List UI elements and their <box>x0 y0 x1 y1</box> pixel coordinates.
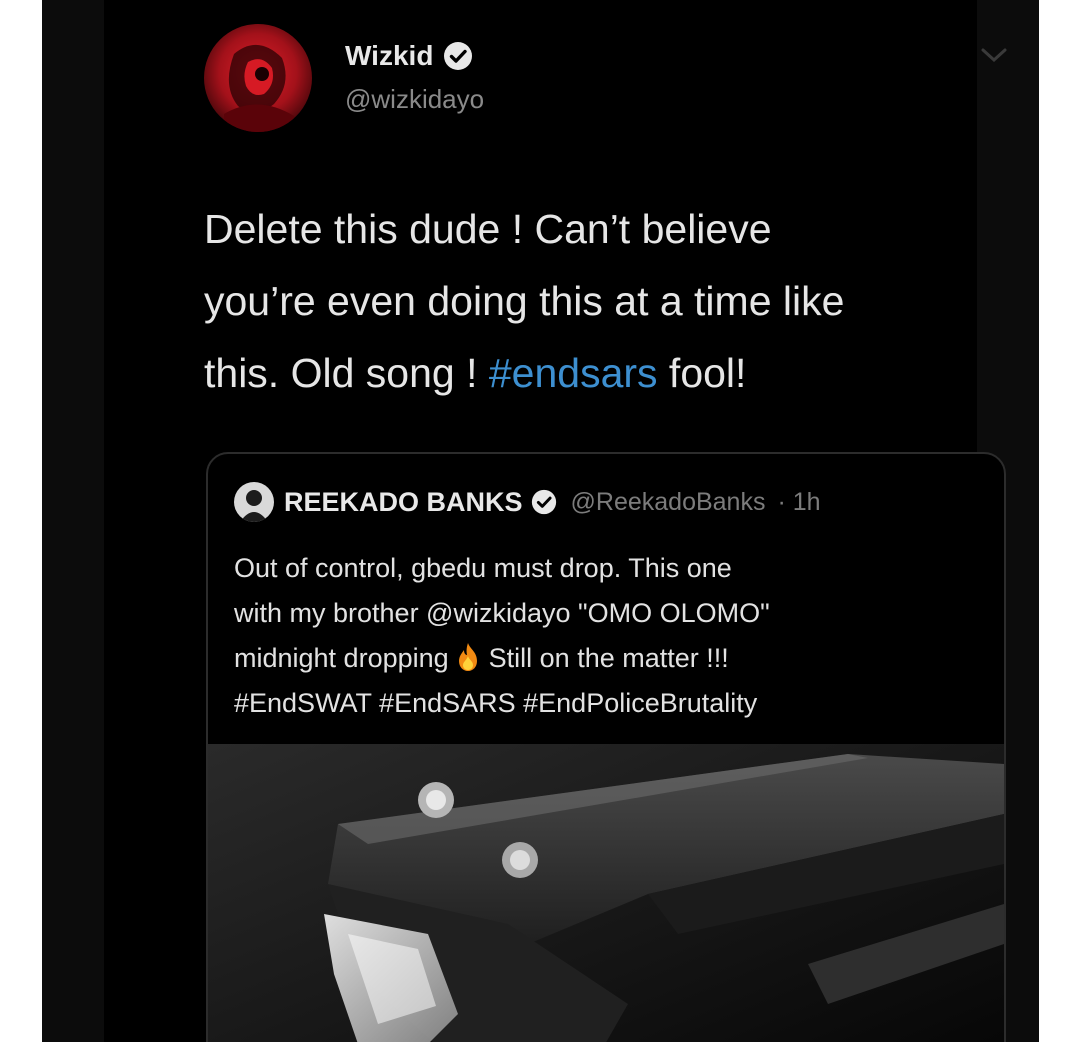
verified-badge-icon <box>531 489 556 515</box>
quoted-author-name: REEKADO BANKS <box>284 486 523 517</box>
left-margin <box>42 0 104 1042</box>
author-handle[interactable]: @wizkidayo <box>345 84 484 115</box>
tweet-text-segment: fool! <box>657 350 747 396</box>
verified-badge-icon <box>444 42 473 70</box>
author-name-row: Wizkid <box>345 40 473 72</box>
quoted-text-line: midnight dropping Still on the matter !!! <box>234 636 984 681</box>
tweet-text-line: you’re even doing this at a time like <box>204 278 845 324</box>
tweet-card[interactable]: Wizkid @wizkidayo Delete this dude ! Can… <box>104 0 1007 1042</box>
author-avatar[interactable] <box>204 24 312 132</box>
tweet-text-segment: this. Old song ! <box>204 350 489 396</box>
quoted-tweet-time: · 1h <box>777 487 821 516</box>
tweet-text-line: this. Old song ! #endsars fool! <box>204 337 994 409</box>
quoted-text-segment: midnight dropping <box>234 643 449 673</box>
screenshot-frame: Wizkid @wizkidayo Delete this dude ! Can… <box>42 0 1039 1042</box>
quoted-text-line: with my brother @wizkidayo "OMO OLOMO" <box>234 598 770 628</box>
chevron-down-icon[interactable] <box>979 44 1009 66</box>
turntable-cartridge-image[interactable] <box>208 744 1004 1042</box>
quoted-text-line: #EndSWAT #EndSARS #EndPoliceBrutality <box>234 688 758 718</box>
quoted-tweet-text: Out of control, gbedu must drop. This on… <box>234 546 984 726</box>
quoted-author-handle: @ReekadoBanks <box>570 487 766 516</box>
quoted-tweet-header: REEKADO BANKS @ReekadoBanks · 1h <box>234 482 821 522</box>
author-name[interactable]: Wizkid <box>345 40 433 72</box>
quoted-author-avatar <box>234 482 274 522</box>
tweet-text-line: Delete this dude ! Can’t believe <box>204 206 772 252</box>
fire-emoji-icon <box>458 643 477 671</box>
quoted-text-segment: Still on the matter !!! <box>488 643 729 673</box>
quoted-tweet[interactable]: REEKADO BANKS @ReekadoBanks · 1h Out of … <box>206 452 1006 1042</box>
tweet-text: Delete this dude ! Can’t believe you’re … <box>204 193 994 409</box>
quoted-text-line: Out of control, gbedu must drop. This on… <box>234 553 732 583</box>
hashtag-link[interactable]: #endsars <box>489 350 658 396</box>
